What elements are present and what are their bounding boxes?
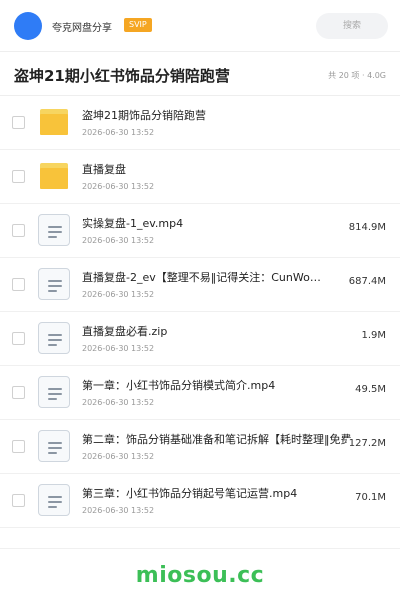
file-date: 2026-06-30 13:52 <box>82 128 155 137</box>
footer-divider <box>0 548 400 549</box>
username: 夸克网盘分享 <box>52 23 112 34</box>
file-icon <box>38 214 70 246</box>
file-icon <box>38 268 70 300</box>
file-date: 2026-06-30 13:52 <box>82 236 155 245</box>
list-item[interactable]: 第一章：小红书饰品分销模式简介.mp4 2026-06-30 13:52 49.… <box>0 366 400 420</box>
page-title: 盗坤21期小红书饰品分销陪跑营 <box>14 67 230 85</box>
list-item[interactable]: 直播复盘 2026-06-30 13:52 <box>0 150 400 204</box>
file-name: 第二章：饰品分销基础准备和笔记拆解【耗时整理‖免费 <box>82 433 352 446</box>
file-date: 2026-06-30 13:52 <box>82 344 155 353</box>
share-title-bar: 盗坤21期小红书饰品分销陪跑营 共 20 项 · 4.0G <box>0 52 400 96</box>
list-item[interactable]: 第二章：饰品分销基础准备和笔记拆解【耗时整理‖免费 2026-06-30 13:… <box>0 420 400 474</box>
avatar[interactable] <box>14 12 42 40</box>
row-checkbox[interactable] <box>12 170 25 183</box>
file-date: 2026-06-30 13:52 <box>82 506 155 515</box>
app-header: 夸克网盘分享 SVIP <box>0 0 400 52</box>
file-size: 814.9M <box>346 222 386 233</box>
watermark-text: miosou.cc <box>135 563 265 588</box>
row-checkbox[interactable] <box>12 332 25 345</box>
row-checkbox[interactable] <box>12 386 25 399</box>
file-size: 127.2M <box>346 438 386 449</box>
search-input[interactable] <box>316 13 388 39</box>
list-item[interactable]: 第三章：小红书饰品分销起号笔记运营.mp4 2026-06-30 13:52 7… <box>0 474 400 528</box>
file-name: 直播复盘必看.zip <box>82 325 168 338</box>
file-name: 第三章：小红书饰品分销起号笔记运营.mp4 <box>82 487 298 500</box>
list-item[interactable]: 实操复盘-1_ev.mp4 2026-06-30 13:52 814.9M <box>0 204 400 258</box>
row-checkbox[interactable] <box>12 116 25 129</box>
file-icon <box>38 376 70 408</box>
file-icon <box>38 484 70 516</box>
file-icon <box>38 430 70 462</box>
file-size: 687.4M <box>346 276 386 287</box>
svip-badge: SVIP <box>124 18 152 32</box>
file-date: 2026-06-30 13:52 <box>82 182 155 191</box>
file-icon <box>38 322 70 354</box>
row-checkbox[interactable] <box>12 494 25 507</box>
file-name: 第一章：小红书饰品分销模式简介.mp4 <box>82 379 276 392</box>
file-size: 1.9M <box>359 330 386 341</box>
file-size: 49.5M <box>353 384 386 395</box>
file-date: 2026-06-30 13:52 <box>82 290 155 299</box>
file-date: 2026-06-30 13:52 <box>82 398 155 407</box>
file-name: 直播复盘-2_ev【整理不易‖记得关注：CunWo… <box>82 271 321 284</box>
list-item[interactable]: 盗坤21期饰品分销陪跑营 2026-06-30 13:52 <box>0 96 400 150</box>
row-checkbox[interactable] <box>12 224 25 237</box>
file-size: 70.1M <box>353 492 386 503</box>
folder-icon <box>38 160 70 192</box>
share-meta: 共 20 项 · 4.0G <box>328 71 386 80</box>
file-list: 盗坤21期饰品分销陪跑营 2026-06-30 13:52 直播复盘 2026-… <box>0 96 400 528</box>
row-checkbox[interactable] <box>12 440 25 453</box>
file-date: 2026-06-30 13:52 <box>82 452 155 461</box>
list-item[interactable]: 直播复盘必看.zip 2026-06-30 13:52 1.9M <box>0 312 400 366</box>
folder-icon <box>38 106 70 138</box>
file-name: 直播复盘 <box>82 163 126 176</box>
file-name: 盗坤21期饰品分销陪跑营 <box>82 109 206 122</box>
row-checkbox[interactable] <box>12 278 25 291</box>
file-name: 实操复盘-1_ev.mp4 <box>82 217 184 230</box>
list-item[interactable]: 直播复盘-2_ev【整理不易‖记得关注：CunWo… 2026-06-30 13… <box>0 258 400 312</box>
